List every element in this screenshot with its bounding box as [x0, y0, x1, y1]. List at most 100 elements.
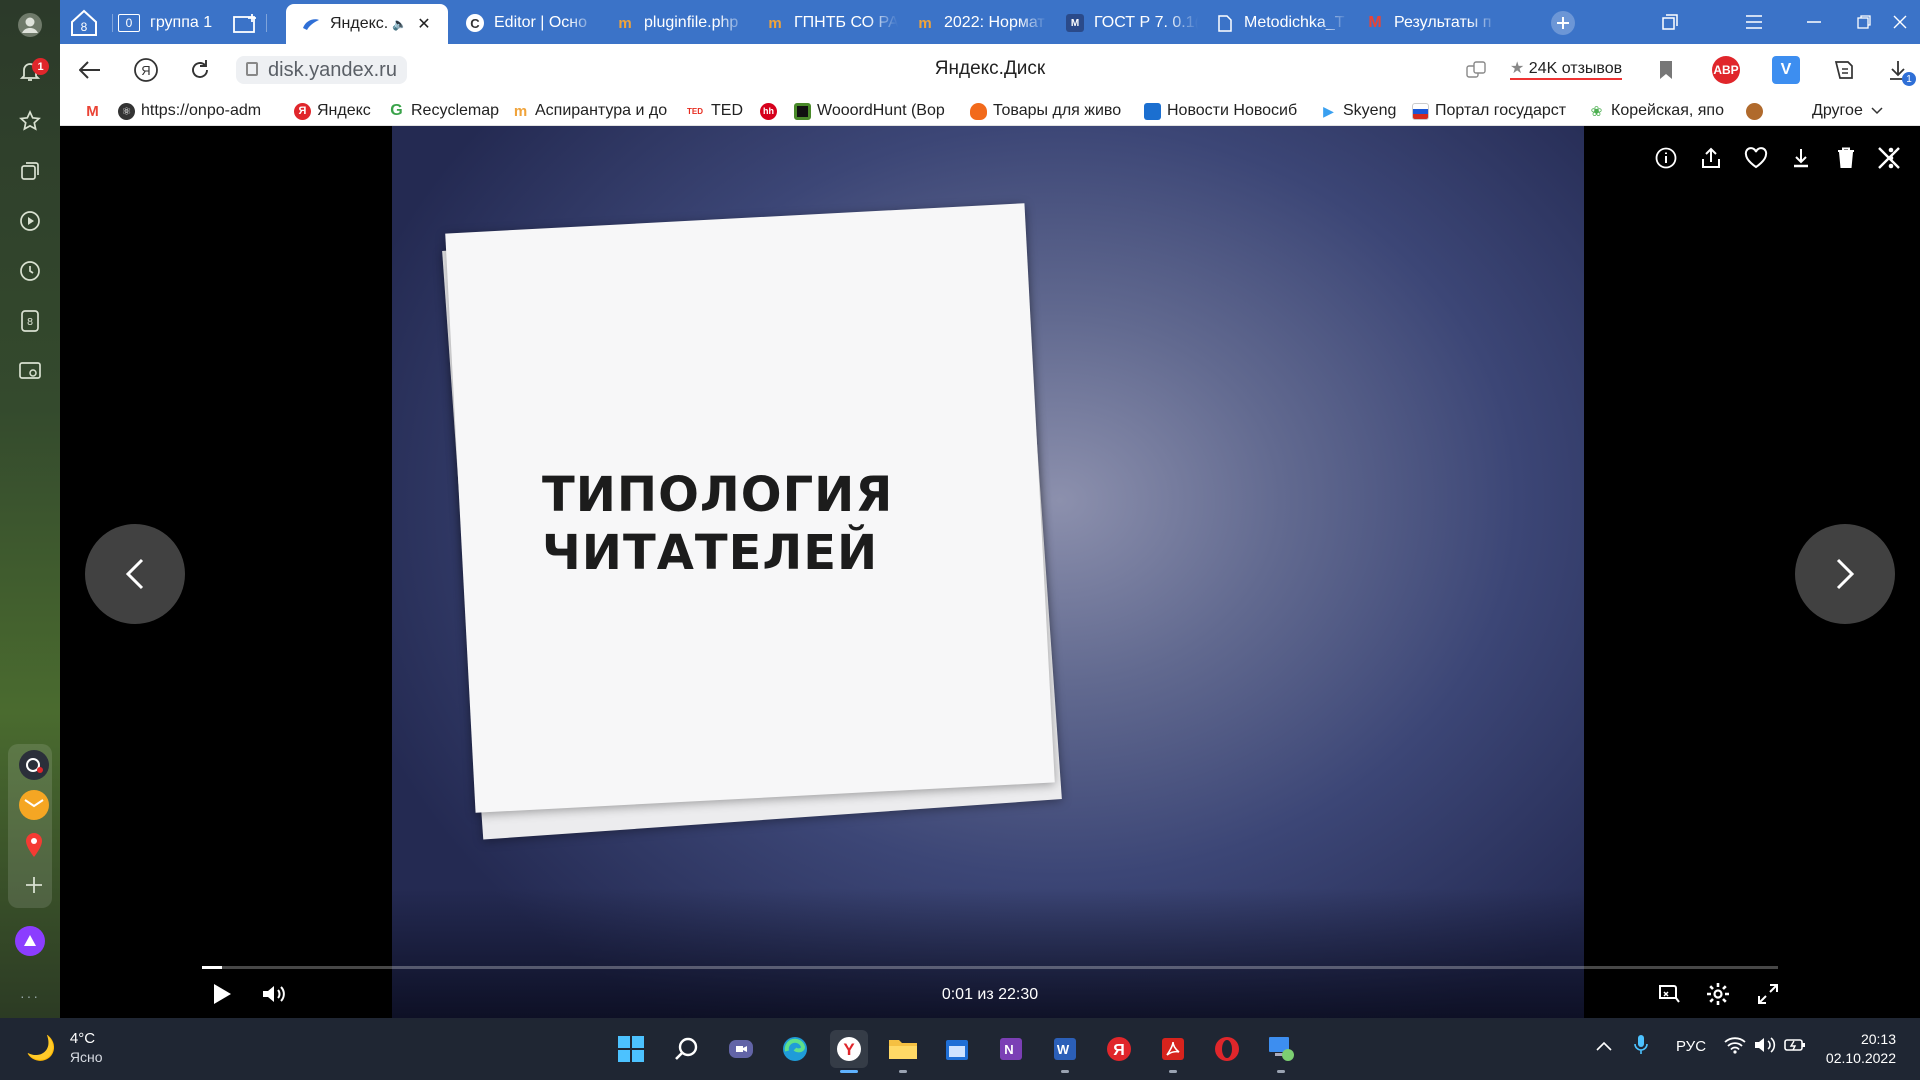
download-icon[interactable]: [1787, 144, 1815, 172]
subtitles-button[interactable]: [1652, 978, 1684, 1010]
previous-button[interactable]: [85, 524, 185, 624]
system-clock[interactable]: 20:13 02.10.2022: [1826, 1030, 1896, 1068]
bookmark-skyeng[interactable]: ▶ Skyeng: [1320, 100, 1404, 122]
audio-playing-icon[interactable]: 🔈: [392, 17, 407, 31]
delete-icon[interactable]: [1832, 144, 1860, 172]
bookmark-yandex[interactable]: Я Яндекс: [294, 100, 394, 122]
bookmark-icon[interactable]: [1652, 56, 1680, 84]
tab-counter-button[interactable]: 8: [66, 6, 102, 40]
more-dots-icon[interactable]: ···: [20, 988, 40, 1004]
downloads-button[interactable]: 1: [1884, 56, 1916, 86]
chevron-right-icon: [1836, 558, 1855, 590]
tab-close-icon[interactable]: ✕: [417, 14, 430, 34]
folder-icon: [889, 1040, 917, 1059]
progress-bar[interactable]: [202, 966, 1778, 969]
battery-icon[interactable]: [1784, 1036, 1806, 1058]
weather-widget[interactable]: 🌙 4°C Ясно: [26, 1030, 103, 1066]
alice-icon[interactable]: [15, 926, 45, 956]
bookmark-korean[interactable]: ❀ Корейская, япо: [1588, 100, 1728, 122]
tab-manager-icon[interactable]: [1640, 0, 1700, 44]
fullscreen-button[interactable]: [1752, 978, 1784, 1010]
tab-gost[interactable]: M ГОСТ Р 7. 0.1(: [1058, 6, 1198, 40]
bookmark-extra[interactable]: [1746, 100, 1770, 122]
new-tab-button[interactable]: [1548, 6, 1578, 40]
network-app-button[interactable]: [1262, 1030, 1300, 1073]
word-button[interactable]: W: [1046, 1030, 1084, 1073]
subtitles-icon: [1659, 985, 1680, 1003]
new-group-button[interactable]: [226, 6, 266, 40]
tab-group-label: группа 1: [150, 14, 213, 31]
tab-pluginfile[interactable]: m pluginfile.php: [608, 6, 748, 40]
tab-yandex-disk[interactable]: Яндекс. 🔈 ✕: [286, 4, 448, 44]
maps-icon[interactable]: [19, 830, 49, 860]
moodle-favicon: m: [618, 14, 632, 32]
tab-editor[interactable]: C Editor | Осно: [458, 6, 598, 40]
news-icon: [1144, 102, 1161, 120]
bookmark-ted[interactable]: TED TED: [685, 100, 745, 122]
bell-icon[interactable]: 1: [15, 56, 49, 86]
tab-gpntb[interactable]: m ГПНТБ СО РА: [758, 6, 898, 40]
teams-chat-button[interactable]: [722, 1030, 760, 1068]
info-icon[interactable]: [1652, 144, 1680, 172]
tray-overflow-icon[interactable]: [1596, 1038, 1612, 1055]
moodle-favicon: m: [768, 14, 782, 32]
bookmark-gosuslugi[interactable]: Портал государст: [1412, 100, 1572, 122]
yandex-browser-button[interactable]: Y: [830, 1030, 868, 1073]
collections-icon[interactable]: [15, 156, 45, 186]
reviews-badge[interactable]: ★ 24K отзывов: [1510, 58, 1623, 80]
progress-fill: [202, 966, 223, 969]
language-indicator[interactable]: РУС: [1676, 1038, 1706, 1055]
speaker-icon[interactable]: [1754, 1036, 1776, 1058]
bookmark-gmail[interactable]: M: [84, 100, 108, 122]
bookmark-aspirantura[interactable]: m Аспирантура и до: [512, 100, 672, 122]
bookmark-wooordhunt[interactable]: WooordHunt (Вор: [794, 100, 958, 122]
tab-results[interactable]: M Результаты п: [1358, 6, 1498, 40]
history-icon[interactable]: [15, 256, 45, 286]
search-button[interactable]: [668, 1030, 706, 1068]
yandex-app-button[interactable]: Я: [1100, 1030, 1138, 1068]
bookmark-onpo[interactable]: ⚛ https://onpo-adm: [118, 100, 282, 122]
start-button[interactable]: [612, 1030, 650, 1068]
calendar-button[interactable]: [938, 1030, 976, 1068]
microphone-icon[interactable]: [1634, 1034, 1648, 1060]
wifi-icon[interactable]: [1724, 1036, 1746, 1058]
video-icon[interactable]: [15, 206, 45, 236]
video-frame[interactable]: ТИПОЛОГИЯ ЧИТАТЕЛЕЙ: [392, 126, 1584, 1018]
v-extension-icon[interactable]: V: [1772, 56, 1800, 84]
bookmark-hh[interactable]: hh: [760, 100, 784, 122]
add-icon[interactable]: [19, 870, 49, 900]
window-close-icon[interactable]: [1880, 0, 1920, 44]
messenger-icon[interactable]: [19, 750, 49, 780]
gear-icon: [1707, 983, 1729, 1005]
pet-store-icon: [970, 102, 987, 120]
address-bar: Я disk.yandex.ru Яндекс.Диск ★ 24K отзыв…: [60, 44, 1920, 96]
bookmark-recyclemap[interactable]: G Recyclemap: [388, 100, 508, 122]
star-icon[interactable]: [15, 106, 45, 136]
next-button[interactable]: [1795, 524, 1895, 624]
acrobat-button[interactable]: [1154, 1030, 1192, 1073]
tab-normative[interactable]: m 2022: Нормат: [908, 6, 1048, 40]
mail-icon[interactable]: [19, 790, 49, 820]
translate-icon[interactable]: [1462, 56, 1490, 84]
share-icon[interactable]: [1697, 144, 1725, 172]
bookmark-news[interactable]: Новости Новосиб: [1144, 100, 1300, 122]
opera-button[interactable]: [1208, 1030, 1246, 1068]
favorite-icon[interactable]: [1742, 144, 1770, 172]
bookmark-pets[interactable]: Товары для живо: [970, 100, 1128, 122]
file-explorer-button[interactable]: [884, 1030, 922, 1073]
settings-button[interactable]: [1702, 978, 1734, 1010]
tab-metodichka[interactable]: Metodichka_T: [1208, 6, 1348, 40]
downloads-icon[interactable]: 8: [15, 306, 45, 336]
onenote-button[interactable]: N: [992, 1030, 1030, 1068]
profile-icon[interactable]: [15, 10, 45, 40]
edge-button[interactable]: [776, 1030, 814, 1068]
close-icon[interactable]: [1875, 144, 1903, 172]
moodle-icon: m: [513, 102, 528, 120]
tab-label: Яндекс.: [330, 15, 389, 32]
sidebar-toggle-icon[interactable]: [1830, 56, 1858, 84]
adblock-extension-icon[interactable]: ABP: [1712, 56, 1740, 84]
bookmarks-other-button[interactable]: Другое: [1812, 100, 1902, 122]
menu-icon[interactable]: [1724, 0, 1784, 44]
screenshot-icon[interactable]: [15, 356, 45, 386]
tab-counter: 8: [81, 20, 88, 34]
